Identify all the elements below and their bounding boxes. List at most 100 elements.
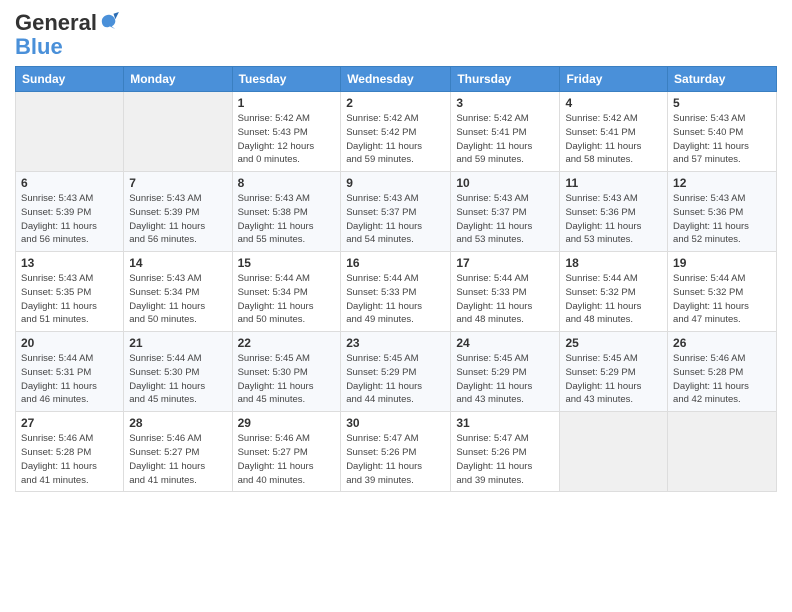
calendar-week-row: 20Sunrise: 5:44 AM Sunset: 5:31 PM Dayli… bbox=[16, 332, 777, 412]
table-row: 28 Sunrise: 5:46 AM Sunset: 5:27 PM Dayli… bbox=[124, 412, 232, 492]
table-row: 2 Sunrise: 5:42 AM Sunset: 5:42 PM Daylig… bbox=[341, 92, 451, 172]
day-info: Sunrise: 5:43 AM Sunset: 5:36 PM Dayligh… bbox=[565, 192, 662, 247]
day-number: 6 bbox=[21, 176, 118, 190]
table-row: 17 Sunrise: 5:44 AM Sunset: 5:33 PM Dayli… bbox=[451, 252, 560, 332]
table-row: 24 Sunrise: 5:45 AM Sunset: 5:29 PM Dayli… bbox=[451, 332, 560, 412]
day-number: 28 bbox=[129, 416, 226, 430]
col-header-thursday: Thursday bbox=[451, 67, 560, 92]
day-number: 11 bbox=[565, 176, 662, 190]
table-row: 3 Sunrise: 5:42 AM Sunset: 5:41 PM Daylig… bbox=[451, 92, 560, 172]
table-row bbox=[560, 412, 668, 492]
day-number: 3 bbox=[456, 96, 554, 110]
day-info: Sunrise: 5:43 AM Sunset: 5:40 PM Dayligh… bbox=[673, 112, 771, 167]
table-row: 9 Sunrise: 5:43 AM Sunset: 5:37 PM Daylig… bbox=[341, 172, 451, 252]
day-number: 19 bbox=[673, 256, 771, 270]
table-row: 30 Sunrise: 5:47 AM Sunset: 5:26 PM Dayli… bbox=[341, 412, 451, 492]
day-number: 14 bbox=[129, 256, 226, 270]
table-row: 23Sunrise: 5:45 AM Sunset: 5:29 PM Dayli… bbox=[341, 332, 451, 412]
table-row: 12 Sunrise: 5:43 AM Sunset: 5:36 PM Dayli… bbox=[668, 172, 777, 252]
table-row: 4 Sunrise: 5:42 AM Sunset: 5:41 PM Daylig… bbox=[560, 92, 668, 172]
day-number: 10 bbox=[456, 176, 554, 190]
day-info: Sunrise: 5:46 AM Sunset: 5:27 PM Dayligh… bbox=[238, 432, 336, 487]
table-row bbox=[124, 92, 232, 172]
day-number: 22 bbox=[238, 336, 336, 350]
day-info: Sunrise: 5:43 AM Sunset: 5:37 PM Dayligh… bbox=[456, 192, 554, 247]
calendar-table: SundayMondayTuesdayWednesdayThursdayFrid… bbox=[15, 66, 777, 492]
day-info: Sunrise: 5:45 AM Sunset: 5:29 PM Dayligh… bbox=[456, 352, 554, 407]
day-number: 1 bbox=[238, 96, 336, 110]
calendar-header-row: SundayMondayTuesdayWednesdayThursdayFrid… bbox=[16, 67, 777, 92]
day-number: 29 bbox=[238, 416, 336, 430]
logo-bird-icon bbox=[99, 12, 119, 30]
table-row: 1 Sunrise: 5:42 AM Sunset: 5:43 PM Daylig… bbox=[232, 92, 341, 172]
calendar-week-row: 27 Sunrise: 5:46 AM Sunset: 5:28 PM Dayli… bbox=[16, 412, 777, 492]
day-number: 25 bbox=[565, 336, 662, 350]
table-row: 10 Sunrise: 5:43 AM Sunset: 5:37 PM Dayli… bbox=[451, 172, 560, 252]
logo: General Blue bbox=[15, 10, 119, 60]
day-number: 5 bbox=[673, 96, 771, 110]
table-row: 5 Sunrise: 5:43 AM Sunset: 5:40 PM Daylig… bbox=[668, 92, 777, 172]
col-header-tuesday: Tuesday bbox=[232, 67, 341, 92]
table-row: 16Sunrise: 5:44 AM Sunset: 5:33 PM Dayli… bbox=[341, 252, 451, 332]
table-row: 22 Sunrise: 5:45 AM Sunset: 5:30 PM Dayli… bbox=[232, 332, 341, 412]
col-header-saturday: Saturday bbox=[668, 67, 777, 92]
table-row: 13Sunrise: 5:43 AM Sunset: 5:35 PM Dayli… bbox=[16, 252, 124, 332]
col-header-sunday: Sunday bbox=[16, 67, 124, 92]
day-info: Sunrise: 5:44 AM Sunset: 5:32 PM Dayligh… bbox=[565, 272, 662, 327]
table-row: 14 Sunrise: 5:43 AM Sunset: 5:34 PM Dayli… bbox=[124, 252, 232, 332]
day-number: 18 bbox=[565, 256, 662, 270]
day-info: Sunrise: 5:43 AM Sunset: 5:34 PM Dayligh… bbox=[129, 272, 226, 327]
table-row: 11 Sunrise: 5:43 AM Sunset: 5:36 PM Dayli… bbox=[560, 172, 668, 252]
page: General Blue SundayMondayTuesdayWednesda… bbox=[0, 0, 792, 612]
day-info: Sunrise: 5:45 AM Sunset: 5:30 PM Dayligh… bbox=[238, 352, 336, 407]
day-info: Sunrise: 5:44 AM Sunset: 5:32 PM Dayligh… bbox=[673, 272, 771, 327]
day-number: 17 bbox=[456, 256, 554, 270]
day-info: Sunrise: 5:46 AM Sunset: 5:28 PM Dayligh… bbox=[673, 352, 771, 407]
day-number: 20 bbox=[21, 336, 118, 350]
day-number: 27 bbox=[21, 416, 118, 430]
col-header-monday: Monday bbox=[124, 67, 232, 92]
day-number: 4 bbox=[565, 96, 662, 110]
day-info: Sunrise: 5:43 AM Sunset: 5:36 PM Dayligh… bbox=[673, 192, 771, 247]
day-info: Sunrise: 5:43 AM Sunset: 5:38 PM Dayligh… bbox=[238, 192, 336, 247]
day-info: Sunrise: 5:45 AM Sunset: 5:29 PM Dayligh… bbox=[565, 352, 662, 407]
day-number: 12 bbox=[673, 176, 771, 190]
day-info: Sunrise: 5:46 AM Sunset: 5:27 PM Dayligh… bbox=[129, 432, 226, 487]
table-row bbox=[668, 412, 777, 492]
calendar-week-row: 1 Sunrise: 5:42 AM Sunset: 5:43 PM Daylig… bbox=[16, 92, 777, 172]
table-row: 25 Sunrise: 5:45 AM Sunset: 5:29 PM Dayli… bbox=[560, 332, 668, 412]
day-number: 30 bbox=[346, 416, 445, 430]
day-number: 15 bbox=[238, 256, 336, 270]
day-info: Sunrise: 5:46 AM Sunset: 5:28 PM Dayligh… bbox=[21, 432, 118, 487]
table-row: 8Sunrise: 5:43 AM Sunset: 5:38 PM Daylig… bbox=[232, 172, 341, 252]
table-row: 18 Sunrise: 5:44 AM Sunset: 5:32 PM Dayli… bbox=[560, 252, 668, 332]
day-info: Sunrise: 5:43 AM Sunset: 5:37 PM Dayligh… bbox=[346, 192, 445, 247]
header: General Blue bbox=[15, 10, 777, 60]
day-number: 21 bbox=[129, 336, 226, 350]
day-number: 13 bbox=[21, 256, 118, 270]
day-info: Sunrise: 5:44 AM Sunset: 5:33 PM Dayligh… bbox=[346, 272, 445, 327]
day-info: Sunrise: 5:45 AM Sunset: 5:29 PM Dayligh… bbox=[346, 352, 445, 407]
day-number: 2 bbox=[346, 96, 445, 110]
day-number: 7 bbox=[129, 176, 226, 190]
table-row: 19 Sunrise: 5:44 AM Sunset: 5:32 PM Dayli… bbox=[668, 252, 777, 332]
day-info: Sunrise: 5:44 AM Sunset: 5:33 PM Dayligh… bbox=[456, 272, 554, 327]
day-info: Sunrise: 5:42 AM Sunset: 5:41 PM Dayligh… bbox=[456, 112, 554, 167]
day-info: Sunrise: 5:43 AM Sunset: 5:39 PM Dayligh… bbox=[129, 192, 226, 247]
table-row: 31Sunrise: 5:47 AM Sunset: 5:26 PM Dayli… bbox=[451, 412, 560, 492]
day-info: Sunrise: 5:47 AM Sunset: 5:26 PM Dayligh… bbox=[346, 432, 445, 487]
table-row: 21 Sunrise: 5:44 AM Sunset: 5:30 PM Dayli… bbox=[124, 332, 232, 412]
day-info: Sunrise: 5:42 AM Sunset: 5:43 PM Dayligh… bbox=[238, 112, 336, 167]
table-row: 26Sunrise: 5:46 AM Sunset: 5:28 PM Dayli… bbox=[668, 332, 777, 412]
day-info: Sunrise: 5:42 AM Sunset: 5:41 PM Dayligh… bbox=[565, 112, 662, 167]
day-info: Sunrise: 5:42 AM Sunset: 5:42 PM Dayligh… bbox=[346, 112, 445, 167]
day-number: 9 bbox=[346, 176, 445, 190]
table-row: 29 Sunrise: 5:46 AM Sunset: 5:27 PM Dayli… bbox=[232, 412, 341, 492]
day-info: Sunrise: 5:44 AM Sunset: 5:30 PM Dayligh… bbox=[129, 352, 226, 407]
logo-general: General bbox=[15, 10, 97, 36]
table-row: 20Sunrise: 5:44 AM Sunset: 5:31 PM Dayli… bbox=[16, 332, 124, 412]
table-row bbox=[16, 92, 124, 172]
table-row: 15Sunrise: 5:44 AM Sunset: 5:34 PM Dayli… bbox=[232, 252, 341, 332]
day-number: 24 bbox=[456, 336, 554, 350]
day-info: Sunrise: 5:43 AM Sunset: 5:39 PM Dayligh… bbox=[21, 192, 118, 247]
